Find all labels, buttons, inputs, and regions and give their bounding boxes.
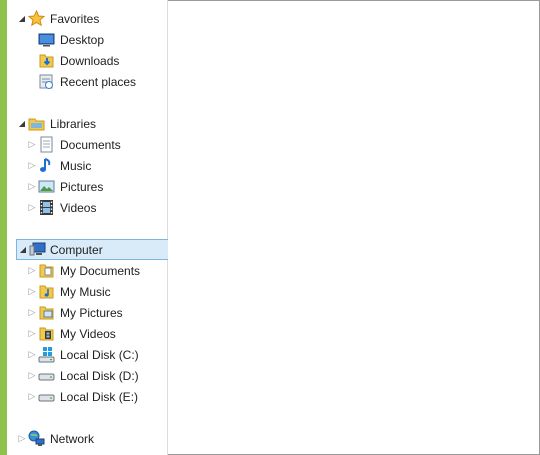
- tree-item-videos[interactable]: ▷ Videos: [7, 197, 167, 218]
- tree-item-my-documents[interactable]: ▷ My Documents: [7, 260, 167, 281]
- expand-arrow-icon[interactable]: ◢: [17, 13, 27, 25]
- desktop-icon: [38, 31, 55, 48]
- drive-icon: [38, 367, 55, 384]
- videos-icon: [38, 199, 55, 216]
- tree-item-desktop[interactable]: Desktop: [7, 29, 167, 50]
- tree-label: Desktop: [60, 32, 105, 47]
- windows-drive-icon: [38, 346, 55, 363]
- my-music-icon: [38, 283, 55, 300]
- tree-node-favorites[interactable]: ◢ Favorites: [7, 8, 167, 29]
- network-icon: [28, 430, 45, 447]
- tree-label: My Videos: [60, 326, 116, 341]
- tree-label: Favorites: [50, 11, 100, 26]
- star-icon: [28, 10, 45, 27]
- tree-label: My Documents: [60, 263, 141, 278]
- tree-item-local-disk-d[interactable]: ▷ Local Disk (D:): [7, 365, 167, 386]
- collapse-arrow-icon[interactable]: ▷: [27, 328, 37, 340]
- tree-item-music[interactable]: ▷ Music: [7, 155, 167, 176]
- drive-icon: [38, 388, 55, 405]
- accent-bar: [0, 0, 7, 455]
- tree-item-my-pictures[interactable]: ▷ My Pictures: [7, 302, 167, 323]
- music-icon: [38, 157, 55, 174]
- expand-arrow-icon[interactable]: ◢: [17, 118, 27, 130]
- content-pane[interactable]: [168, 1, 538, 453]
- tree-item-documents[interactable]: ▷ Documents: [7, 134, 167, 155]
- my-documents-icon: [38, 262, 55, 279]
- tree-label: Documents: [60, 137, 121, 152]
- collapse-arrow-icon[interactable]: ▷: [27, 139, 37, 151]
- tree-label: My Music: [60, 284, 111, 299]
- tree-label: My Pictures: [60, 305, 123, 320]
- tree-item-local-disk-c[interactable]: ▷ Local Disk (C:): [7, 344, 167, 365]
- tree-node-libraries[interactable]: ◢ Libraries: [7, 113, 167, 134]
- tree-label: Music: [60, 158, 92, 173]
- tree-label: Libraries: [50, 116, 97, 131]
- tree-label: Local Disk (D:): [60, 368, 139, 383]
- collapse-arrow-icon[interactable]: ▷: [27, 181, 37, 193]
- collapse-arrow-icon[interactable]: ▷: [27, 370, 37, 382]
- collapse-arrow-icon[interactable]: ▷: [27, 202, 37, 214]
- collapse-arrow-icon[interactable]: ▷: [17, 433, 27, 445]
- tree-item-recent-places[interactable]: Recent places: [7, 71, 167, 92]
- collapse-arrow-icon[interactable]: ▷: [27, 265, 37, 277]
- tree-label: Local Disk (E:): [60, 389, 139, 404]
- navigation-pane[interactable]: ◢ Favorites Desktop Downloads Recent pla…: [7, 0, 173, 455]
- tree-label: Pictures: [60, 179, 104, 194]
- recent-places-icon: [38, 73, 55, 90]
- my-pictures-icon: [38, 304, 55, 321]
- libraries-icon: [28, 115, 45, 132]
- tree-label: Downloads: [60, 53, 120, 68]
- tree-item-my-music[interactable]: ▷ My Music: [7, 281, 167, 302]
- collapse-arrow-icon[interactable]: ▷: [27, 307, 37, 319]
- computer-icon: [29, 241, 46, 258]
- my-videos-icon: [38, 325, 55, 342]
- tree-item-downloads[interactable]: Downloads: [7, 50, 167, 71]
- collapse-arrow-icon[interactable]: ▷: [27, 286, 37, 298]
- pictures-icon: [38, 178, 55, 195]
- tree-node-network[interactable]: ▷ Network: [7, 428, 167, 449]
- tree-label: Recent places: [60, 74, 137, 89]
- collapse-arrow-icon[interactable]: ▷: [27, 160, 37, 172]
- tree-item-pictures[interactable]: ▷ Pictures: [7, 176, 167, 197]
- collapse-arrow-icon[interactable]: ▷: [27, 391, 37, 403]
- tree-item-local-disk-e[interactable]: ▷ Local Disk (E:): [7, 386, 167, 407]
- tree-label: Local Disk (C:): [60, 347, 139, 362]
- tree-node-computer[interactable]: ◢ Computer: [16, 239, 173, 260]
- tree-item-my-videos[interactable]: ▷ My Videos: [7, 323, 167, 344]
- tree-label: Videos: [60, 200, 97, 215]
- expand-arrow-icon[interactable]: ◢: [18, 244, 28, 256]
- downloads-icon: [38, 52, 55, 69]
- documents-icon: [38, 136, 55, 153]
- collapse-arrow-icon[interactable]: ▷: [27, 349, 37, 361]
- tree-label: Computer: [50, 242, 103, 257]
- tree-label: Network: [50, 431, 95, 446]
